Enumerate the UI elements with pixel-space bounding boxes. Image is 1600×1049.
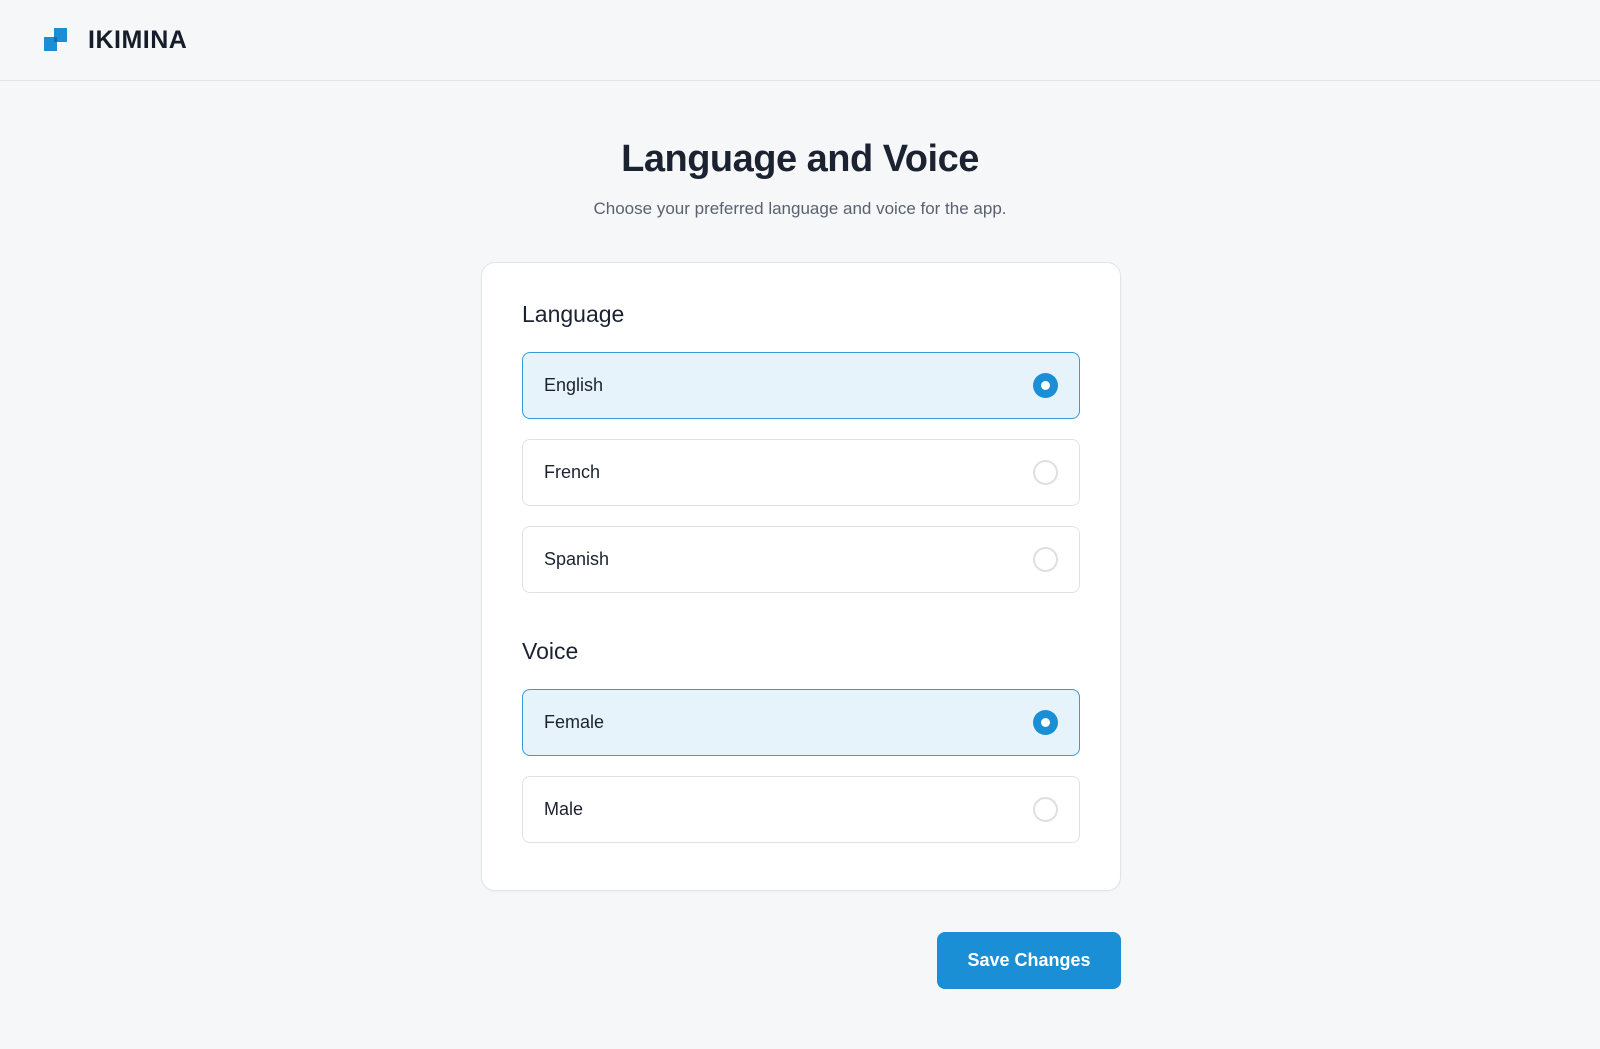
logo-icon (44, 28, 68, 52)
language-option-french[interactable]: French (522, 439, 1080, 506)
radio-unselected-icon[interactable] (1033, 547, 1058, 572)
radio-unselected-icon[interactable] (1033, 460, 1058, 485)
radio-selected-icon[interactable] (1033, 710, 1058, 735)
radio-selected-icon[interactable] (1033, 373, 1058, 398)
language-option-spanish[interactable]: Spanish (522, 526, 1080, 593)
voice-option-male[interactable]: Male (522, 776, 1080, 843)
option-label: Female (544, 712, 605, 732)
voice-heading: Voice (522, 638, 579, 664)
language-option-english[interactable]: English (522, 352, 1080, 419)
language-heading: Language (522, 301, 625, 327)
voice-option-female[interactable]: Female (522, 689, 1080, 756)
option-label: Spanish (544, 549, 610, 569)
page-subtitle: Choose your preferred language and voice… (593, 199, 1007, 218)
page-title: Language and Voice (621, 138, 979, 180)
radio-unselected-icon[interactable] (1033, 797, 1058, 822)
option-label: French (544, 462, 601, 482)
option-label: Male (544, 799, 584, 819)
top-bar: IKIMINA (0, 0, 1600, 81)
settings-card: Language English French Spanish Voice Fe… (481, 262, 1121, 891)
option-label: English (544, 375, 604, 395)
brand-name: IKIMINA (88, 25, 188, 54)
save-changes-button[interactable]: Save Changes (937, 932, 1121, 989)
